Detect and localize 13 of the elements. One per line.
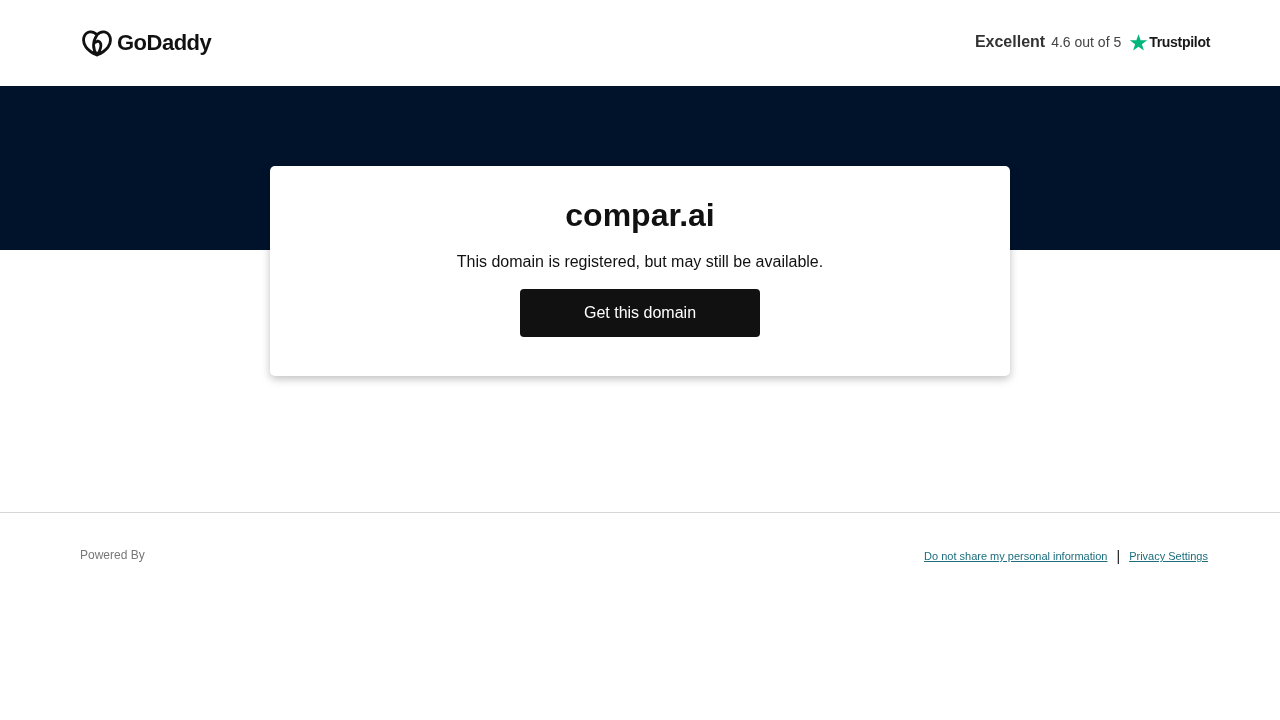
footer-link[interactable]: Do not share my personal information <box>924 550 1108 562</box>
link-separator: | <box>1116 549 1121 563</box>
logo-wordmark[interactable]: GoDaddy <box>117 30 212 56</box>
logo-icon <box>81 29 113 57</box>
get-domain-button[interactable]: Get this domain <box>520 289 760 337</box>
rating-score: 4.6 out of 5 <box>1051 34 1122 50</box>
powered-by-text: Powered By <box>80 548 145 562</box>
rating-label: Excellent <box>974 33 1046 51</box>
domain-message: This domain is registered, but may still be available. <box>456 253 824 271</box>
domain-name: compar.ai <box>565 196 715 234</box>
star-icon <box>1129 32 1149 52</box>
footer-link[interactable]: Privacy Settings <box>1129 550 1208 562</box>
trustpilot-wordmark[interactable]: Trustpilot <box>1149 34 1210 50</box>
